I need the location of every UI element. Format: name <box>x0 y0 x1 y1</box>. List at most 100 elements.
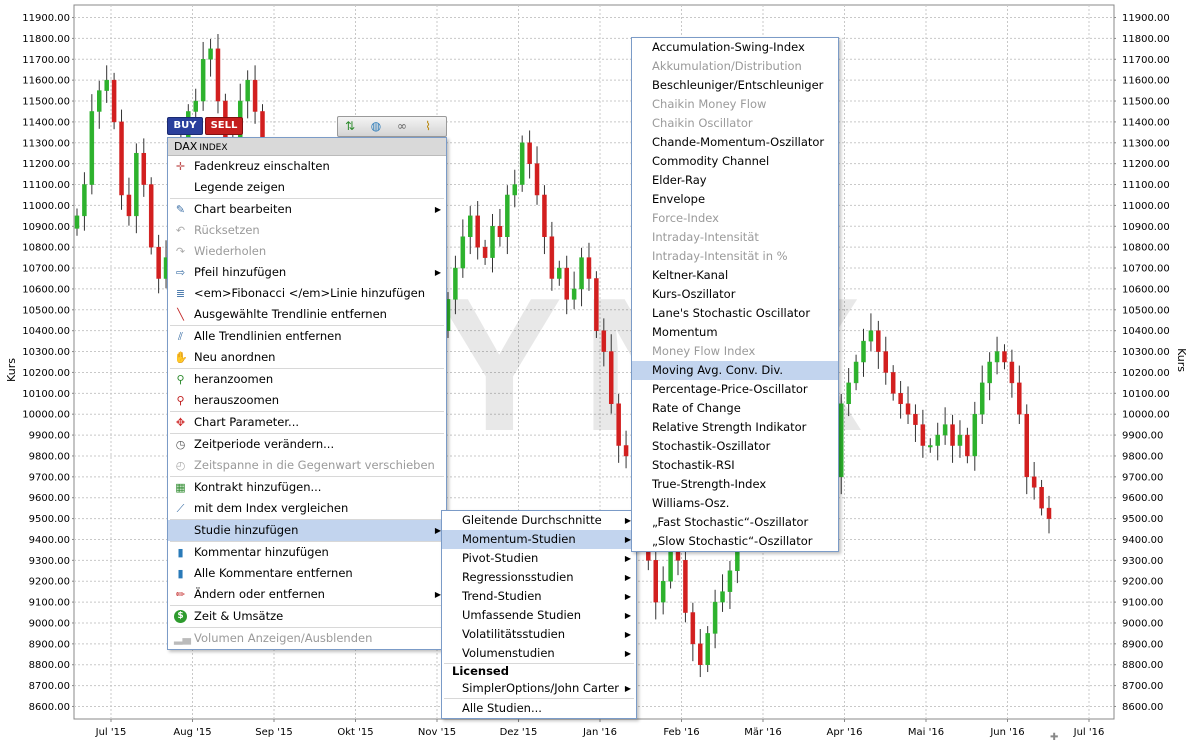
menu-item-studie-hinzufügen[interactable]: Studie hinzufügen ▶ <box>168 520 446 541</box>
menu-item-intraday-intensität[interactable]: Intraday-Intensität <box>632 228 838 247</box>
menu-item-moving-avg-conv-div[interactable]: Moving Avg. Conv. Div. <box>632 361 838 380</box>
menu-item-zeitspanne-in-die-gegenwart-verschieben[interactable]: ◴ Zeitspanne in die Gegenwart verschieben <box>168 455 446 476</box>
menu-item-accumulation-swing-index[interactable]: Accumulation-Swing-Index <box>632 38 838 57</box>
menu-item-stochastik-oszillator[interactable]: Stochastik-Oszillator <box>632 437 838 456</box>
menu-item-chart-bearbeiten[interactable]: ✎ Chart bearbeiten ▶ <box>168 199 446 220</box>
y-tick-label: 9400.00 <box>29 535 70 546</box>
candle-down <box>965 434 970 457</box>
y-tick-label: 11700.00 <box>22 55 70 66</box>
x-tick-label: Okt '15 <box>337 727 373 738</box>
menu-item-gleitende-durchschnitte[interactable]: Gleitende Durchschnitte ▶ <box>442 511 636 530</box>
globe-icon[interactable]: ◍ <box>368 119 384 133</box>
y-tick-label: 10800.00 <box>1122 243 1170 254</box>
menu-item-elder-ray[interactable]: Elder-Ray <box>632 171 838 190</box>
menu-item-neu-anordnen[interactable]: ✋ Neu anordnen <box>168 347 446 368</box>
resize-handle-icon[interactable]: ✚ <box>1050 732 1058 743</box>
menu-item-money-flow-index[interactable]: Money Flow Index <box>632 342 838 361</box>
menu-item-chande-momentum-oszillator[interactable]: Chande-Momentum-Oszillator <box>632 133 838 152</box>
menu-item-label: Rate of Change <box>652 401 741 415</box>
menu-item-label: heranzoomen <box>194 372 274 386</box>
y-tick-label: 10500.00 <box>1122 305 1170 316</box>
x-tick-label: Dez '15 <box>500 727 538 738</box>
menu-item-kommentar-hinzufügen[interactable]: ▮ Kommentar hinzufügen <box>168 542 446 563</box>
y-tick-label: 9000.00 <box>29 618 70 629</box>
menu-item-volatilitätsstudien[interactable]: Volatilitätsstudien ▶ <box>442 625 636 644</box>
menu-item-true-strength-index[interactable]: True-Strength-Index <box>632 475 838 494</box>
menu-item-pfeil-hinzufügen[interactable]: ⇨ Pfeil hinzufügen ▶ <box>168 262 446 283</box>
menu-item-commodity-channel[interactable]: Commodity Channel <box>632 152 838 171</box>
menu-item-zeit-umsätze[interactable]: $ Zeit & Umsätze <box>168 606 446 627</box>
menu-item-rücksetzen[interactable]: ↶ Rücksetzen <box>168 220 446 241</box>
menu-item-label: Kurs-Oszillator <box>652 287 736 301</box>
menu-item-force-index[interactable]: Force-Index <box>632 209 838 228</box>
link-icon[interactable]: ∞ <box>394 119 410 133</box>
menu-item-relative-strength-indikator[interactable]: Relative Strength Indikator <box>632 418 838 437</box>
menu-item-ausgewählte-trendlinie-entfernen[interactable]: ╲ Ausgewählte Trendlinie entfernen <box>168 304 446 325</box>
menu-item-momentum[interactable]: Momentum <box>632 323 838 342</box>
menu-item-mit-dem-index-vergleichen[interactable]: ⟋ mit dem Index vergleichen <box>168 498 446 519</box>
menu-item-kontrakt-hinzufügen[interactable]: ▦ Kontrakt hinzufügen... <box>168 477 446 498</box>
menu-item-label: Umfassende Studien <box>462 608 582 622</box>
menu-item-akkumulation-distribution[interactable]: Akkumulation/Distribution <box>632 57 838 76</box>
menu-item-zeitperiode-verändern[interactable]: ◷ Zeitperiode verändern... <box>168 434 446 455</box>
candle-up <box>994 351 1000 363</box>
menu-item-legende-zeigen[interactable]: Legende zeigen <box>168 177 446 198</box>
chevron-right-icon: ▶ <box>624 649 631 658</box>
menu-item-regressionsstudien[interactable]: Regressionsstudien ▶ <box>442 568 636 587</box>
menu-item-envelope[interactable]: Envelope <box>632 190 838 209</box>
y-tick-label: 11800.00 <box>22 34 70 45</box>
candle-up <box>987 361 992 384</box>
menu-item-all-studies[interactable]: Alle Studien... <box>442 699 636 718</box>
menu-item-pivot-studien[interactable]: Pivot-Studien ▶ <box>442 549 636 568</box>
menu-item-trend-studien[interactable]: Trend-Studien ▶ <box>442 587 636 606</box>
menu-item-herauszoomen[interactable]: ⚲ herauszoomen <box>168 390 446 411</box>
menu-item-stochastik-rsi[interactable]: Stochastik-RSI <box>632 456 838 475</box>
menu-item-keltner-kanal[interactable]: Keltner-Kanal <box>632 266 838 285</box>
menu-item-wiederholen[interactable]: ↷ Wiederholen <box>168 241 446 262</box>
menu-item-label: Intraday-Intensität in % <box>652 249 788 263</box>
x-axis: Jul '15 Aug '15 Sep '15 Okt '15 Nov '15 Dez '… <box>95 719 1104 738</box>
menu-item-alle-kommentare-entfernen[interactable]: ▮ Alle Kommentare entfernen <box>168 563 446 584</box>
menu-item-label: Chart bearbeiten <box>194 202 292 216</box>
menu-item-alle-trendlinien-entfernen[interactable]: ⫽ Alle Trendlinien entfernen <box>168 326 446 347</box>
broom-icon[interactable]: ⌇ <box>420 119 436 133</box>
y-tick-label: 9500.00 <box>1122 514 1163 525</box>
menu-item-intraday-intensität-in[interactable]: Intraday-Intensität in % <box>632 247 838 266</box>
menu-item-volumen-anzeigen-ausblenden[interactable]: ▂▄ Volumen Anzeigen/Ausblenden <box>168 628 446 649</box>
menu-item-chaikin-oscillator[interactable]: Chaikin Oscillator <box>632 114 838 133</box>
sell-button[interactable]: SELL <box>205 117 243 135</box>
edit-chart-icon: ✎ <box>175 203 186 216</box>
candle-down <box>1046 507 1052 519</box>
comment-add-icon: ▮ <box>177 546 184 559</box>
menu-item-chart-parameter[interactable]: ✥ Chart Parameter... <box>168 412 446 433</box>
menu-item-chaikin-money-flow[interactable]: Chaikin Money Flow <box>632 95 838 114</box>
candle-down <box>1009 361 1015 384</box>
candle-down <box>119 121 124 196</box>
menu-item-lane-s-stochastic-oscillator[interactable]: Lane's Stochastic Oscillator <box>632 304 838 323</box>
menu-item-rate-of-change[interactable]: Rate of Change <box>632 399 838 418</box>
menu-item-volumenstudien[interactable]: Volumenstudien ▶ <box>442 644 636 663</box>
buy-button[interactable]: BUY <box>167 117 203 135</box>
instrument-symbol: DAX <box>174 140 198 153</box>
y-tick-label: 8600.00 <box>1122 702 1163 713</box>
menu-item-momentum-studien[interactable]: Momentum-Studien ▶ <box>442 530 636 549</box>
menu-item-beschleuniger-entschleuniger[interactable]: Beschleuniger/Entschleuniger <box>632 76 838 95</box>
menu-item-heranzoomen[interactable]: ⚲ heranzoomen <box>168 369 446 390</box>
menu-item-slow-stochastic-oszillator[interactable]: „Slow Stochastic“-Oszillator <box>632 532 838 551</box>
menu-item-umfassende-studien[interactable]: Umfassende Studien ▶ <box>442 606 636 625</box>
up-down-arrows-icon[interactable]: ⇅ <box>342 119 358 133</box>
menu-item-kurs-oszillator[interactable]: Kurs-Oszillator <box>632 285 838 304</box>
x-tick-label: Sep '15 <box>255 727 293 738</box>
menu-item-simpleroptions[interactable]: SimplerOptions/John Carter ▶ <box>442 679 636 698</box>
menu-item-williams-osz[interactable]: Williams-Osz. <box>632 494 838 513</box>
candle-up <box>74 215 80 229</box>
menu-item-fast-stochastic-oszillator[interactable]: „Fast Stochastic“-Oszillator <box>632 513 838 532</box>
menu-item-percentage-price-oscillator[interactable]: Percentage-Price-Oscillator <box>632 380 838 399</box>
menu-item-fadenkreuz-einschalten[interactable]: ✛ Fadenkreuz einschalten <box>168 156 446 177</box>
candle-down <box>890 372 896 394</box>
menu-item-ändern-oder-entfernen[interactable]: ✏ Ändern oder entfernen ▶ <box>168 584 446 605</box>
menu-item-fibonacci-linie-hinzufügen[interactable]: ≣ <em>Fibonacci </em>Linie hinzufügen <box>168 283 446 304</box>
y-tick-label: 11000.00 <box>1122 201 1170 212</box>
candle-up <box>928 445 933 448</box>
candle-down <box>564 267 569 300</box>
